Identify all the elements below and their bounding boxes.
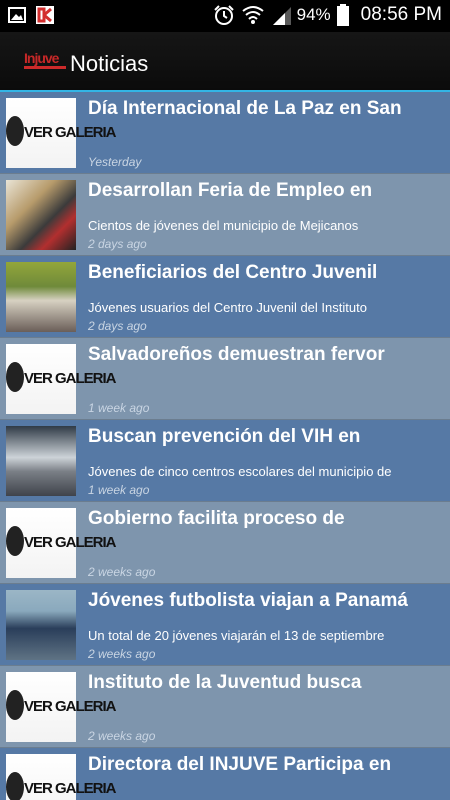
news-item[interactable]: VER GALERIA Salvadoreños demuestran fervo…: [0, 338, 450, 420]
ver-galeria-label: VER GALERIA: [24, 698, 117, 715]
news-item[interactable]: VER GALERIA Instituto de la Juventud busc…: [0, 666, 450, 748]
ver-galeria-thumbnail: VER GALERIA: [6, 672, 117, 742]
news-timestamp: 2 days ago: [88, 237, 147, 251]
action-bar: Injuve Noticias: [0, 32, 450, 92]
news-timestamp: 1 week ago: [88, 483, 150, 497]
logo-underline: [24, 66, 66, 69]
news-item[interactable]: VER GALERIA Directora del INJUVE Particip…: [0, 748, 450, 800]
news-title: Beneficiarios del Centro Juvenil: [88, 262, 378, 283]
news-item[interactable]: Desarrollan Feria de Empleo en Cientos de…: [0, 174, 450, 256]
ver-galeria-thumbnail: VER GALERIA: [6, 98, 117, 168]
logo-text: Injuve: [24, 50, 59, 66]
news-timestamp: 1 week ago: [88, 401, 150, 415]
news-title: Directora del INJUVE Participa en: [88, 754, 392, 775]
news-title: Gobierno facilita proceso de: [88, 508, 345, 529]
news-photo-thumbnail: [6, 180, 76, 250]
news-item[interactable]: Beneficiarios del Centro Juvenil Jóvenes …: [0, 256, 450, 338]
news-timestamp: 2 weeks ago: [88, 565, 156, 579]
ver-galeria-label: VER GALERIA: [24, 124, 117, 141]
gallery-notification-icon: [8, 7, 26, 23]
news-item[interactable]: Buscan prevención del VIH en Jóvenes de c…: [0, 420, 450, 502]
status-bar: 94% 08:56 PM: [0, 0, 450, 32]
news-title: Instituto de la Juventud busca: [88, 672, 362, 693]
news-summary: Jóvenes usuarios del Centro Juvenil del …: [88, 300, 367, 315]
news-timestamp: 2 weeks ago: [88, 729, 156, 743]
news-list[interactable]: VER GALERIA Día Internacional de La Paz e…: [0, 92, 450, 800]
news-summary: Jóvenes de cinco centros escolares del m…: [88, 464, 392, 479]
news-title: Jóvenes futbolista viajan a Panamá: [88, 590, 408, 611]
ver-galeria-thumbnail: VER GALERIA: [6, 508, 117, 578]
alarm-clock-icon: [213, 5, 234, 25]
page-title: Noticias: [70, 51, 149, 76]
news-summary: Cientos de jóvenes del municipio de Meji…: [88, 218, 359, 233]
news-timestamp: 2 days ago: [88, 319, 147, 333]
camera-lens-icon: [6, 772, 24, 800]
news-summary: Un total de 20 jóvenes viajarán el 13 de…: [88, 628, 385, 643]
ver-galeria-thumbnail: VER GALERIA: [6, 344, 117, 414]
news-item[interactable]: Jóvenes futbolista viajan a Panamá Un tot…: [0, 584, 450, 666]
ver-galeria-thumbnail: VER GALERIA: [6, 754, 117, 800]
camera-lens-icon: [6, 690, 24, 720]
signal-strength-icon: [272, 7, 291, 25]
news-title: Desarrollan Feria de Empleo en: [88, 180, 373, 201]
news-photo-thumbnail: [6, 262, 76, 332]
injuve-logo[interactable]: Injuve: [24, 50, 68, 72]
ver-galeria-label: VER GALERIA: [24, 534, 117, 551]
wifi-icon: [242, 6, 264, 24]
ver-galeria-label: VER GALERIA: [24, 370, 117, 387]
app-notification-icon: [36, 6, 54, 24]
camera-lens-icon: [6, 116, 24, 146]
news-photo-thumbnail: [6, 426, 76, 496]
clock: 08:56 PM: [360, 4, 442, 25]
camera-lens-icon: [6, 526, 24, 556]
ver-galeria-label: VER GALERIA: [24, 780, 117, 797]
news-timestamp: 2 weeks ago: [88, 647, 156, 661]
news-title: Salvadoreños demuestran fervor: [88, 344, 385, 365]
camera-lens-icon: [6, 362, 24, 392]
battery-icon: [336, 4, 349, 26]
battery-percent: 94%: [296, 5, 331, 24]
news-photo-thumbnail: [6, 590, 76, 660]
news-title: Buscan prevención del VIH en: [88, 426, 361, 447]
news-title: Día Internacional de La Paz en San: [88, 98, 402, 119]
news-timestamp: Yesterday: [88, 155, 142, 169]
news-item[interactable]: VER GALERIA Gobierno facilita proceso de 2…: [0, 502, 450, 584]
news-item[interactable]: VER GALERIA Día Internacional de La Paz e…: [0, 92, 450, 174]
